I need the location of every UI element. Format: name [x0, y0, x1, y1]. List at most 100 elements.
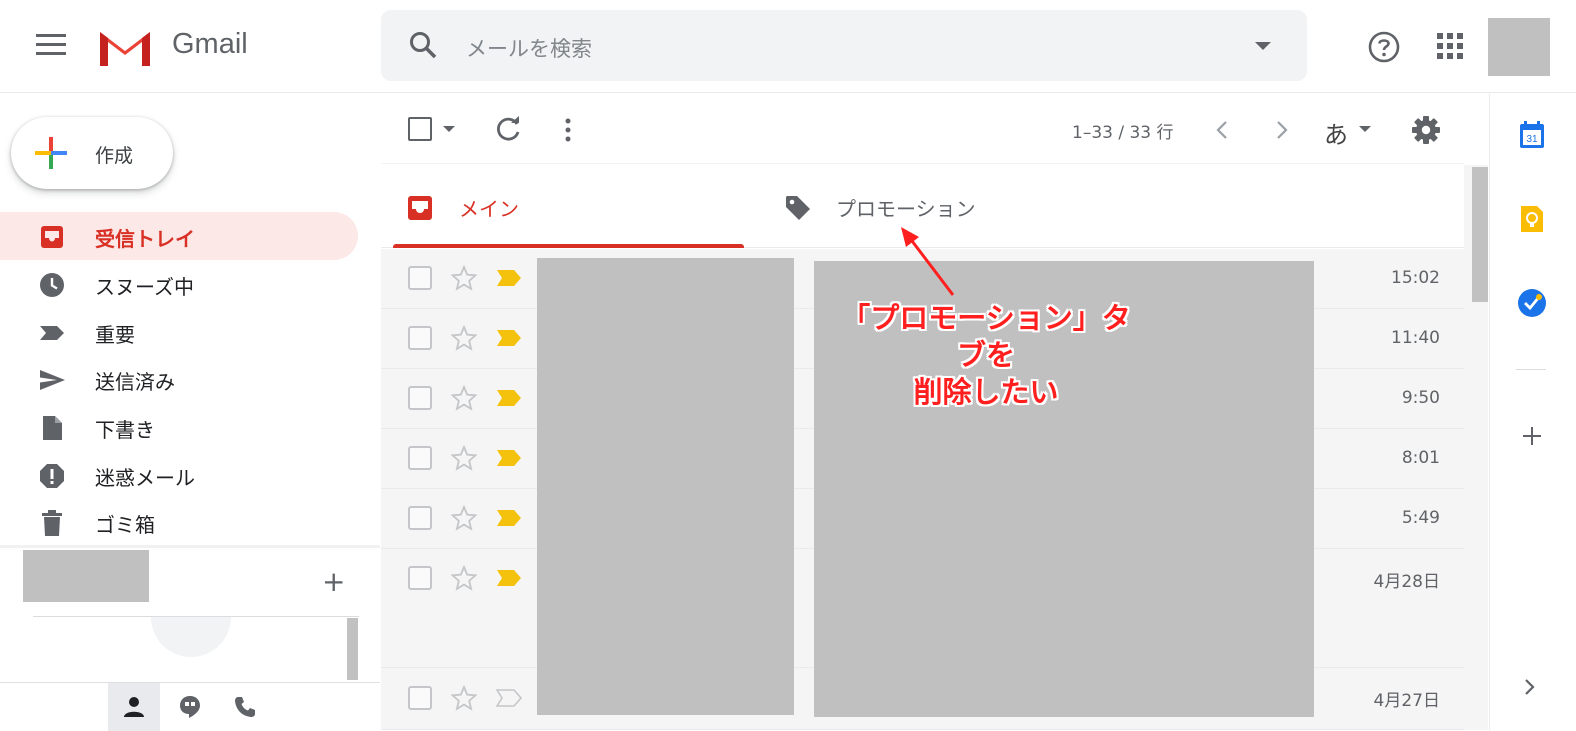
row-checkbox[interactable] — [408, 386, 432, 410]
keep-icon[interactable] — [1519, 205, 1545, 233]
hangouts-tab[interactable] — [164, 683, 216, 731]
email-time: 9:50 — [1401, 388, 1440, 408]
tag-icon — [786, 196, 810, 220]
important-marker-icon[interactable] — [496, 269, 522, 287]
email-time: 11:40 — [1391, 328, 1440, 348]
search-input[interactable]: メールを検索 — [466, 33, 592, 63]
gear-icon[interactable] — [1411, 115, 1441, 145]
important-icon — [40, 326, 64, 340]
calendar-icon[interactable]: 31 — [1519, 121, 1545, 149]
email-time: 4月27日 — [1373, 691, 1440, 711]
sidebar-item-label: ゴミ箱 — [95, 513, 155, 537]
star-icon[interactable] — [451, 685, 477, 711]
sidebar-item-important[interactable]: 重要 — [0, 308, 358, 356]
email-time: 5:49 — [1401, 508, 1440, 528]
tab-main[interactable]: メイン — [393, 165, 744, 248]
compose-label: 作成 — [95, 145, 134, 167]
chat-placeholder-graphic — [151, 617, 231, 657]
star-icon[interactable] — [451, 385, 477, 411]
important-marker-icon[interactable] — [496, 329, 522, 347]
annotation-arrow — [901, 227, 955, 296]
pagination-text: 1–33 / 33 行 — [1072, 123, 1174, 143]
app-name: Gmail — [172, 28, 248, 60]
annotation-text: 「プロモーション」タブを 削除したい — [836, 300, 1136, 411]
avatar[interactable] — [1488, 18, 1550, 76]
help-icon[interactable] — [1367, 30, 1401, 64]
sidebar-item-label: 重要 — [95, 323, 135, 347]
sidebar-item-label: 送信済み — [95, 370, 175, 394]
send-icon — [40, 370, 65, 390]
add-chat-button[interactable]: + — [322, 568, 345, 596]
email-time: 8:01 — [1401, 448, 1440, 468]
compose-button[interactable]: 作成 — [11, 117, 173, 189]
draft-icon — [43, 416, 62, 440]
chevron-left-icon[interactable] — [1215, 120, 1229, 140]
clock-icon — [40, 273, 64, 297]
phone-tab[interactable] — [220, 683, 272, 731]
select-dropdown-icon[interactable] — [443, 126, 455, 132]
redacted-senders — [537, 258, 794, 715]
gmail-logo[interactable] — [96, 24, 154, 68]
sidebar-item-snoozed[interactable]: スヌーズ中 — [0, 260, 358, 308]
important-marker-icon[interactable] — [496, 509, 522, 527]
sidebar-item-label: 迷惑メール — [95, 466, 195, 490]
add-addon-icon[interactable] — [1521, 425, 1543, 447]
star-icon[interactable] — [451, 505, 477, 531]
inbox-tab-icon — [408, 196, 432, 220]
search-options-dropdown-icon[interactable] — [1255, 42, 1271, 50]
important-marker-icon[interactable] — [496, 569, 522, 587]
scrollbar[interactable] — [347, 618, 358, 680]
chat-list — [33, 616, 359, 682]
sidebar-item-label: 下書き — [95, 418, 155, 442]
important-marker-icon[interactable] — [496, 689, 522, 707]
list-toolbar — [381, 94, 1464, 164]
row-checkbox[interactable] — [408, 326, 432, 350]
row-checkbox[interactable] — [408, 446, 432, 470]
important-marker-icon[interactable] — [496, 389, 522, 407]
row-checkbox[interactable] — [408, 686, 432, 710]
tab-label: メイン — [459, 197, 519, 221]
sidebar-item-label: 受信トレイ — [95, 227, 195, 251]
hangouts-user[interactable] — [23, 550, 149, 602]
plus-icon — [35, 137, 67, 169]
chevron-right-icon[interactable] — [1275, 120, 1289, 140]
side-panel — [1489, 94, 1576, 730]
divider — [1516, 369, 1546, 370]
star-icon[interactable] — [451, 445, 477, 471]
row-checkbox[interactable] — [408, 506, 432, 530]
contacts-tab[interactable] — [108, 683, 160, 731]
sidebar-item-trash[interactable]: ゴミ箱 — [0, 498, 358, 546]
row-checkbox[interactable] — [408, 566, 432, 590]
more-icon[interactable] — [563, 117, 573, 143]
row-checkbox[interactable] — [408, 266, 432, 290]
apps-icon[interactable] — [1437, 33, 1463, 59]
sidebar-item-drafts[interactable]: 下書き — [0, 403, 358, 451]
search-icon[interactable] — [408, 30, 438, 60]
spam-icon — [40, 464, 64, 488]
active-tab-indicator — [393, 244, 744, 248]
tasks-icon[interactable] — [1517, 288, 1547, 318]
email-time: 15:02 — [1391, 268, 1440, 288]
email-time: 4月28日 — [1373, 572, 1440, 592]
annotation-line: 「プロモーション」タブを — [841, 301, 1131, 372]
sidebar-item-inbox[interactable]: 受信トレイ — [0, 212, 358, 260]
divider — [0, 545, 380, 548]
annotation-line: 削除したい — [913, 375, 1059, 409]
star-icon[interactable] — [451, 565, 477, 591]
scrollbar-thumb[interactable] — [1472, 167, 1488, 302]
expand-panel-icon[interactable] — [1523, 677, 1537, 697]
input-tools-dropdown-icon[interactable] — [1359, 126, 1371, 132]
sidebar-item-spam[interactable]: 迷惑メール — [0, 451, 358, 499]
hangouts-icon — [180, 696, 200, 718]
calendar-day: 31 — [1526, 134, 1538, 145]
trash-icon — [42, 510, 62, 536]
select-all-checkbox[interactable] — [408, 117, 432, 141]
menu-icon[interactable] — [36, 34, 68, 60]
refresh-icon[interactable] — [496, 116, 522, 142]
input-tools-button[interactable]: あ — [1324, 115, 1348, 150]
sidebar-item-sent[interactable]: 送信済み — [0, 355, 358, 403]
important-marker-icon[interactable] — [496, 449, 522, 467]
star-icon[interactable] — [451, 325, 477, 351]
star-icon[interactable] — [451, 265, 477, 291]
tab-label: プロモーション — [836, 197, 976, 221]
